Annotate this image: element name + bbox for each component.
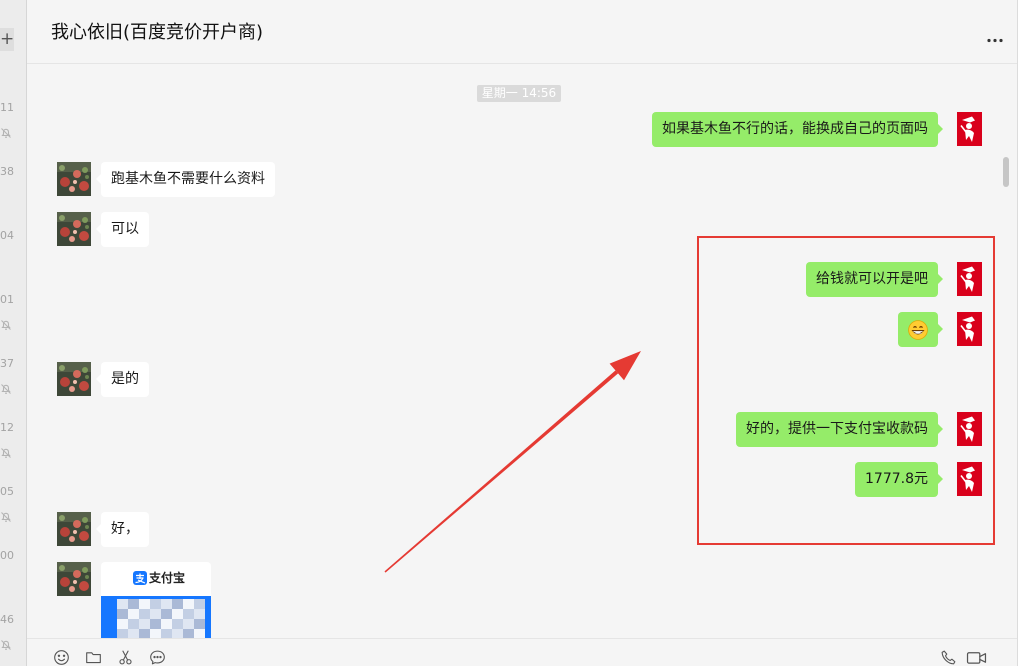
message-row-outgoing: 如果基木鱼不行的话，能换成自己的页面吗 — [27, 112, 1017, 147]
input-toolbar — [27, 638, 1017, 666]
mute-bell-icon — [0, 383, 12, 395]
message-bubble[interactable]: 可以 — [96, 212, 149, 247]
more-icon[interactable] — [987, 38, 1003, 43]
contact-avatar[interactable] — [57, 362, 91, 396]
chat-list-time: 11 — [0, 101, 14, 114]
chat-list-time: 37 — [0, 357, 14, 370]
chat-list-time: 04 — [0, 229, 14, 242]
toolbar-left-group — [53, 649, 166, 666]
toolbar-right-group — [940, 649, 987, 666]
message-bubble[interactable]: 如果基木鱼不行的话，能换成自己的页面吗 — [652, 112, 943, 147]
contact-avatar[interactable] — [57, 512, 91, 546]
folder-icon[interactable] — [85, 649, 102, 666]
chat-list-item[interactable]: 00 — [0, 550, 26, 587]
alipay-payment-card[interactable]: 支付宝 — [101, 562, 211, 638]
mute-bell-icon — [0, 319, 12, 331]
chat-list-panel: + 11 38 04 01 37 12 05 00 46 — [0, 0, 27, 666]
contact-avatar[interactable] — [57, 162, 91, 196]
message-bubble[interactable]: 是的 — [96, 362, 149, 397]
chat-header: 我心依旧(百度竞价开户商) — [27, 0, 1017, 64]
chat-list-item[interactable]: 46 — [0, 614, 26, 651]
mute-bell-icon — [0, 639, 12, 651]
annotation-highlight-box — [697, 236, 995, 545]
chat-list-item[interactable]: 05 — [0, 486, 26, 523]
emoji-icon[interactable] — [53, 649, 70, 666]
chat-list-time: 00 — [0, 549, 14, 562]
scrollbar-thumb[interactable] — [1003, 157, 1009, 187]
chat-list-item[interactable]: 01 — [0, 294, 26, 331]
chat-list-item[interactable]: 11 — [0, 102, 26, 139]
chat-history-icon[interactable] — [149, 649, 166, 666]
scissors-icon[interactable] — [117, 649, 134, 666]
card-brand-name: 支付宝 — [149, 571, 186, 585]
chat-list-time: 38 — [0, 165, 14, 178]
chat-list-time: 46 — [0, 613, 14, 626]
chat-list: 11 38 04 01 37 12 05 00 46 — [0, 102, 26, 651]
self-avatar[interactable] — [948, 112, 982, 146]
timestamp-row: 星期一 14:56 — [27, 82, 1011, 102]
chat-list-item[interactable]: 04 — [0, 230, 26, 267]
message-row-incoming: 支付宝 — [27, 562, 1017, 638]
message-row-incoming: 跑基木鱼不需要什么资料 — [27, 162, 1017, 197]
chat-title: 我心依旧(百度竞价开户商) — [51, 22, 264, 43]
mute-bell-icon — [0, 447, 12, 459]
alipay-logo-icon — [133, 571, 147, 585]
mute-bell-icon — [0, 127, 12, 139]
mute-bell-icon — [0, 511, 12, 523]
chat-list-time: 01 — [0, 293, 14, 306]
contact-avatar[interactable] — [57, 212, 91, 246]
phone-icon[interactable] — [940, 649, 957, 666]
chat-list-item[interactable]: 38 — [0, 166, 26, 203]
message-bubble[interactable]: 好， — [96, 512, 149, 547]
chat-list-item[interactable]: 37 — [0, 358, 26, 395]
chat-list-time: 12 — [0, 421, 14, 434]
message-bubble[interactable]: 跑基木鱼不需要什么资料 — [96, 162, 275, 197]
add-chat-button[interactable]: + — [0, 28, 14, 51]
blurred-content — [117, 599, 205, 638]
chat-list-item[interactable]: 12 — [0, 422, 26, 459]
video-call-icon[interactable] — [966, 649, 987, 666]
message-timestamp: 星期一 14:56 — [476, 85, 562, 102]
card-qr-panel — [101, 596, 211, 638]
chat-list-time: 05 — [0, 485, 14, 498]
contact-avatar[interactable] — [57, 562, 91, 596]
